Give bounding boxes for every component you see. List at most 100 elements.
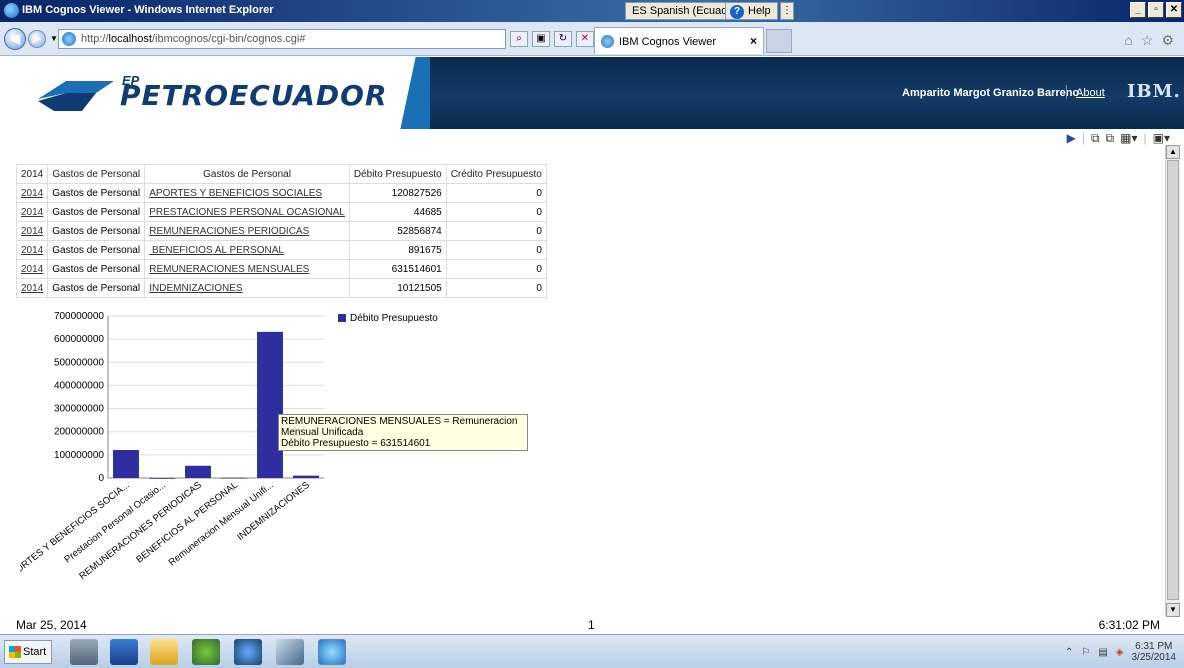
debito-cell: 120827526 bbox=[348, 183, 447, 203]
group-cell: Gastos de Personal bbox=[47, 221, 146, 241]
browser-tab[interactable]: IBM Cognos Viewer × bbox=[594, 27, 764, 54]
chart-type-icon[interactable]: ▦▾ bbox=[1120, 131, 1137, 146]
scroll-thumb[interactable] bbox=[1167, 160, 1179, 600]
drill-up-icon[interactable]: ⧉ bbox=[1106, 131, 1115, 146]
address-tools: ⌕ ▣ ↻ ✕ bbox=[510, 31, 594, 47]
bar bbox=[185, 465, 211, 478]
internet-explorer-icon[interactable] bbox=[318, 639, 346, 665]
table-row: 2014 Gastos de Personal PRESTACIONES PER… bbox=[15, 202, 547, 222]
bar bbox=[113, 450, 139, 478]
favorites-icon[interactable]: ☆ bbox=[1141, 32, 1154, 49]
group-cell: Gastos de Personal bbox=[47, 183, 146, 203]
item-link[interactable]: REMUNERACIONES MENSUALES bbox=[149, 264, 309, 275]
report-time: 6:31:02 PM bbox=[1098, 618, 1160, 632]
volume-icon[interactable]: ◈ bbox=[1116, 647, 1124, 658]
chart-tooltip: REMUNERACIONES MENSUALES = Remuneracion … bbox=[278, 414, 528, 451]
window-title-bar: IBM Cognos Viewer - Windows Internet Exp… bbox=[0, 0, 1184, 22]
table-header-row: 2014 Gastos de Personal Gastos de Person… bbox=[15, 164, 547, 184]
table-row: 2014 Gastos de Personal INDEMNIZACIONES … bbox=[15, 278, 547, 298]
address-bar[interactable]: http://localhost/ibmcognos/cgi-bin/cogno… bbox=[58, 29, 506, 49]
url-text[interactable]: http://localhost/ibmcognos/cgi-bin/cogno… bbox=[81, 33, 305, 45]
year-link[interactable]: 2014 bbox=[21, 188, 43, 199]
bar bbox=[149, 477, 175, 479]
help-icon: ? bbox=[730, 5, 744, 19]
window-controls: _ ▫ ✕ bbox=[1130, 2, 1182, 18]
app-icon[interactable] bbox=[192, 639, 220, 665]
system-tray: ⌃ ⚐ ▤ ◈ 6:31 PM 3/25/2014 bbox=[1065, 641, 1176, 663]
compatibility-icon[interactable]: ▣ bbox=[532, 31, 550, 47]
powershell-icon[interactable] bbox=[110, 639, 138, 665]
control-panel-icon[interactable] bbox=[234, 639, 262, 665]
network-icon[interactable]: ▤ bbox=[1098, 647, 1107, 658]
item-link[interactable]: APORTES Y BENEFICIOS SOCIALES bbox=[149, 188, 322, 199]
drill-down-icon[interactable]: ⧉ bbox=[1091, 131, 1100, 146]
scroll-up-icon[interactable]: ▲ bbox=[1166, 145, 1180, 159]
home-icon[interactable]: ⌂ bbox=[1124, 32, 1132, 49]
clock-time: 6:31 PM bbox=[1135, 641, 1173, 652]
credito-cell: 0 bbox=[445, 183, 547, 203]
close-tab-icon[interactable]: × bbox=[750, 34, 757, 48]
year-link[interactable]: 2014 bbox=[21, 264, 43, 275]
debito-cell: 52856874 bbox=[348, 221, 447, 241]
column-header: Crédito Presupuesto bbox=[445, 164, 547, 184]
browser-toolbar: ◀ ▶ ▼ http://localhost/ibmcognos/cgi-bin… bbox=[0, 22, 1184, 56]
tooltip-line: Débito Presupuesto = 631514601 bbox=[281, 438, 431, 449]
y-tick-label: 200000000 bbox=[54, 427, 104, 438]
taskbar: Start ⌃ ⚐ ▤ ◈ 6:31 PM 3/25/2014 bbox=[0, 634, 1184, 668]
tooltip-line: REMUNERACIONES MENSUALES = Remuneracion … bbox=[281, 416, 518, 438]
refresh-icon[interactable]: ↻ bbox=[554, 31, 572, 47]
close-button[interactable]: ✕ bbox=[1166, 2, 1182, 18]
y-tick-label: 100000000 bbox=[54, 450, 104, 461]
year-link[interactable]: 2014 bbox=[21, 245, 43, 256]
app-icon[interactable] bbox=[276, 639, 304, 665]
header-banner: EP PETROECUADOR Amparito Margot Granizo … bbox=[0, 57, 1184, 129]
divider bbox=[1066, 85, 1067, 99]
item-link[interactable]: BENEFICIOS AL PERSONAL bbox=[149, 245, 284, 256]
run-icon[interactable]: ▶ bbox=[1067, 131, 1076, 146]
history-dropdown-icon[interactable]: ▼ bbox=[50, 34, 58, 43]
settings-gear-icon[interactable]: ⚙ bbox=[1161, 32, 1174, 49]
vertical-scrollbar[interactable]: ▲ ▼ bbox=[1165, 145, 1180, 617]
credito-cell: 0 bbox=[445, 259, 547, 279]
year-link[interactable]: 2014 bbox=[21, 207, 43, 218]
start-label: Start bbox=[23, 646, 47, 658]
start-button[interactable]: Start bbox=[4, 640, 52, 664]
page-number: 1 bbox=[588, 618, 595, 632]
minimize-button[interactable]: _ bbox=[1130, 2, 1146, 18]
brand-name: PETROECUADOR bbox=[120, 79, 388, 112]
forward-button[interactable]: ▶ bbox=[28, 30, 46, 48]
year-link[interactable]: 2014 bbox=[21, 283, 43, 294]
windows-flag-icon bbox=[9, 646, 21, 658]
new-tab-button[interactable] bbox=[766, 29, 792, 53]
debito-cell: 631514601 bbox=[348, 259, 447, 279]
item-link[interactable]: INDEMNIZACIONES bbox=[149, 283, 242, 294]
action-center-icon[interactable]: ⚐ bbox=[1081, 647, 1090, 658]
year-link[interactable]: 2014 bbox=[21, 226, 43, 237]
language-bar-options-icon[interactable]: ⋮ bbox=[780, 2, 794, 20]
help-button[interactable]: ? Help bbox=[725, 2, 778, 20]
x-tick-label: APORTES Y BENEFICIOS SOCIA... bbox=[20, 480, 132, 584]
credito-cell: 0 bbox=[445, 221, 547, 241]
view-options-icon[interactable]: ▣▾ bbox=[1153, 131, 1170, 146]
item-link[interactable]: REMUNERACIONES PERIODICAS bbox=[149, 226, 309, 237]
maximize-button[interactable]: ▫ bbox=[1148, 2, 1164, 18]
server-manager-icon[interactable] bbox=[70, 639, 98, 665]
bar bbox=[221, 477, 247, 479]
about-link[interactable]: About bbox=[1076, 87, 1105, 99]
legend-swatch bbox=[338, 314, 346, 322]
show-hidden-icons-icon[interactable]: ⌃ bbox=[1065, 647, 1073, 658]
clock-date: 3/25/2014 bbox=[1131, 652, 1177, 663]
credito-cell: 0 bbox=[445, 240, 547, 260]
item-link[interactable]: PRESTACIONES PERSONAL OCASIONAL bbox=[149, 207, 345, 218]
back-button[interactable]: ◀ bbox=[4, 28, 26, 50]
ie-icon bbox=[4, 3, 19, 18]
clock[interactable]: 6:31 PM 3/25/2014 bbox=[1132, 641, 1177, 663]
y-tick-label: 600000000 bbox=[54, 334, 104, 345]
tab-label: IBM Cognos Viewer bbox=[619, 36, 717, 48]
table-row: 2014 Gastos de Personal REMUNERACIONES M… bbox=[15, 259, 547, 279]
explorer-folder-icon[interactable] bbox=[150, 639, 178, 665]
search-icon[interactable]: ⌕ bbox=[510, 31, 528, 47]
stop-icon[interactable]: ✕ bbox=[576, 31, 594, 47]
report-footer: Mar 25, 2014 1 6:31:02 PM bbox=[0, 614, 1184, 634]
y-tick-label: 700000000 bbox=[54, 311, 104, 322]
